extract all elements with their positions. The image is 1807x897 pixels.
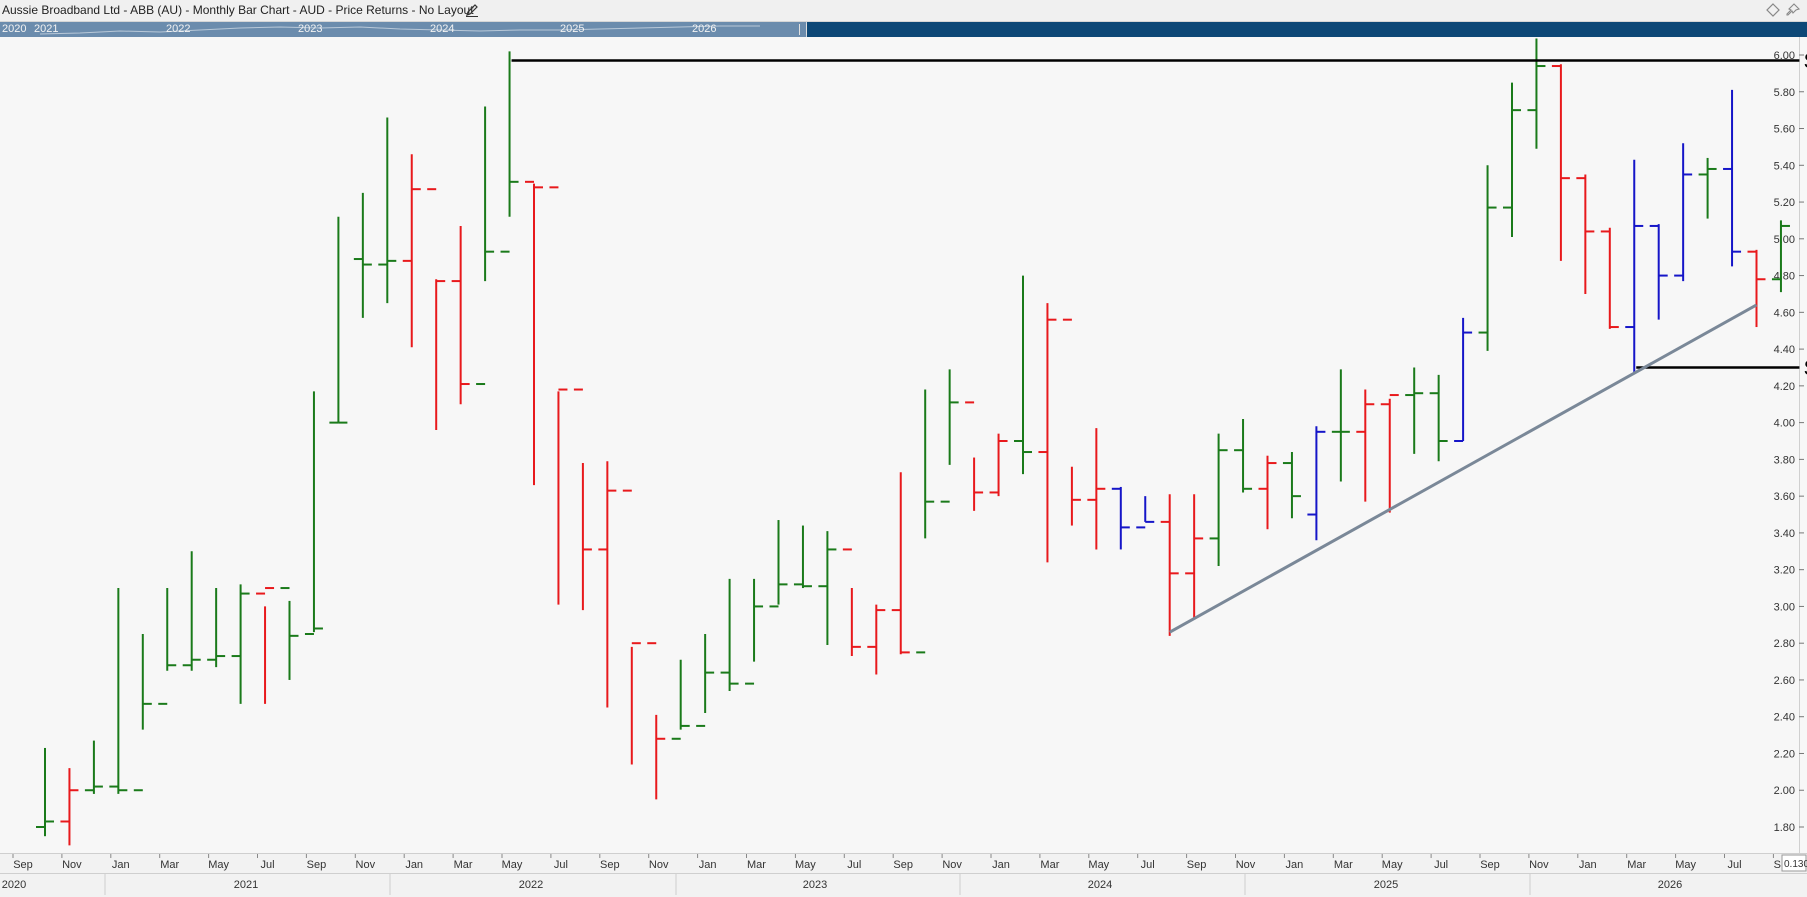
navigator-year: 2025 xyxy=(560,23,585,35)
navigator-handle[interactable] xyxy=(799,24,807,35)
x-month-label: May xyxy=(795,859,816,871)
y-tick-label: 4.60 xyxy=(1774,307,1795,319)
x-month-label: Jul xyxy=(1434,859,1448,871)
navigator-year: 2023 xyxy=(298,23,323,35)
y-tick-label: 5.20 xyxy=(1774,197,1795,209)
x-month-label: Nov xyxy=(1529,859,1549,871)
x-month-label: Sep xyxy=(1187,859,1207,871)
navigator-year: 2026 xyxy=(692,23,717,35)
x-month-label: Sep xyxy=(307,859,327,871)
x-year-label: 2025 xyxy=(1374,879,1398,891)
navigator-year: 2024 xyxy=(430,23,455,35)
x-month-label: May xyxy=(502,859,523,871)
x-month-label: Jan xyxy=(112,859,130,871)
x-month-label: Jan xyxy=(699,859,717,871)
y-tick-label: 4.00 xyxy=(1774,418,1795,430)
y-tick-label: 3.00 xyxy=(1774,601,1795,613)
x-year-label: 2026 xyxy=(1658,879,1682,891)
value-box-label: 0.130 xyxy=(1784,859,1807,870)
navigator-year: 2022 xyxy=(166,23,191,35)
navigator-window[interactable]: 2020 2021 2022 2023 2024 2025 2026 xyxy=(0,22,807,37)
x-month-label: May xyxy=(1088,859,1109,871)
x-month-label: May xyxy=(1382,859,1403,871)
y-tick-label: 3.60 xyxy=(1774,491,1795,503)
x-month-label: Mar xyxy=(747,859,766,871)
x-month-label: Jul xyxy=(260,859,274,871)
y-tick-label: 2.20 xyxy=(1774,748,1795,760)
x-month-label: May xyxy=(208,859,229,871)
y-tick-label: 2.40 xyxy=(1774,712,1795,724)
x-month-label: Sep xyxy=(13,859,33,871)
x-month-label: Mar xyxy=(160,859,179,871)
chart-title: Aussie Broadband Ltd - ABB (AU) - Monthl… xyxy=(2,3,474,17)
y-tick-label: 3.80 xyxy=(1774,454,1795,466)
y-tick-label: 2.60 xyxy=(1774,675,1795,687)
y-tick-label: 3.20 xyxy=(1774,565,1795,577)
y-tick-label: 2.00 xyxy=(1774,785,1795,797)
x-month-label: Jul xyxy=(1727,859,1741,871)
edit-icon[interactable] xyxy=(464,2,480,18)
x-year-label: 2023 xyxy=(803,879,827,891)
navigator-sparkline xyxy=(39,25,760,35)
y-tick-label: 1.80 xyxy=(1774,822,1795,834)
x-month-label: Nov xyxy=(356,859,376,871)
x-month-label: Mar xyxy=(1334,859,1353,871)
x-month-label: Jan xyxy=(992,859,1010,871)
navigator-year: 2021 xyxy=(34,23,59,35)
plot-area xyxy=(0,37,1807,853)
x-year-label: 2021 xyxy=(234,879,258,891)
price-chart: 1.80 2.00 2.20 2.40 2.60 2.80 3.00 3.20 3.40 3.60… xyxy=(0,37,1807,897)
navigator-strip[interactable]: 2020 2021 2022 2023 2024 2025 2026 xyxy=(0,22,1807,37)
x-month-label: Sep xyxy=(893,859,913,871)
x-month-label: Sep xyxy=(600,859,620,871)
x-month-label: Mar xyxy=(1040,859,1059,871)
x-month-label: Nov xyxy=(1236,859,1256,871)
y-tick-label: 2.80 xyxy=(1774,638,1795,650)
y-tick-label: 4.20 xyxy=(1774,381,1795,393)
x-year-label: 2024 xyxy=(1088,879,1112,891)
x-month-label: May xyxy=(1675,859,1696,871)
x-year-label: 2022 xyxy=(519,879,543,891)
y-tick-label: 5.60 xyxy=(1774,124,1795,136)
x-month-label: Nov xyxy=(62,859,82,871)
y-tick-label: 5.00 xyxy=(1774,234,1795,246)
pin-icon[interactable] xyxy=(1785,2,1801,18)
x-month-label: Sep xyxy=(1480,859,1500,871)
y-tick-label: 3.40 xyxy=(1774,528,1795,540)
x-month-label: Jul xyxy=(554,859,568,871)
x-month-label: Jul xyxy=(847,859,861,871)
x-month-label: Nov xyxy=(942,859,962,871)
x-month-label: Mar xyxy=(1627,859,1646,871)
y-tick-label: 4.80 xyxy=(1774,271,1795,283)
diamond-icon[interactable] xyxy=(1765,2,1781,18)
y-tick-label: 4.40 xyxy=(1774,344,1795,356)
x-year-label: 2020 xyxy=(2,879,26,891)
x-month-label: Mar xyxy=(454,859,473,871)
title-bar: Aussie Broadband Ltd - ABB (AU) - Monthl… xyxy=(0,0,1807,22)
navigator-year: 2020 xyxy=(2,23,27,35)
x-month-label: Jul xyxy=(1141,859,1155,871)
x-month-label: Jan xyxy=(1579,859,1597,871)
y-tick-label: 5.80 xyxy=(1774,87,1795,99)
x-month-label: Jan xyxy=(405,859,423,871)
x-month-label: Nov xyxy=(649,859,669,871)
x-month-label: Jan xyxy=(1286,859,1304,871)
y-tick-label: 5.40 xyxy=(1774,160,1795,172)
